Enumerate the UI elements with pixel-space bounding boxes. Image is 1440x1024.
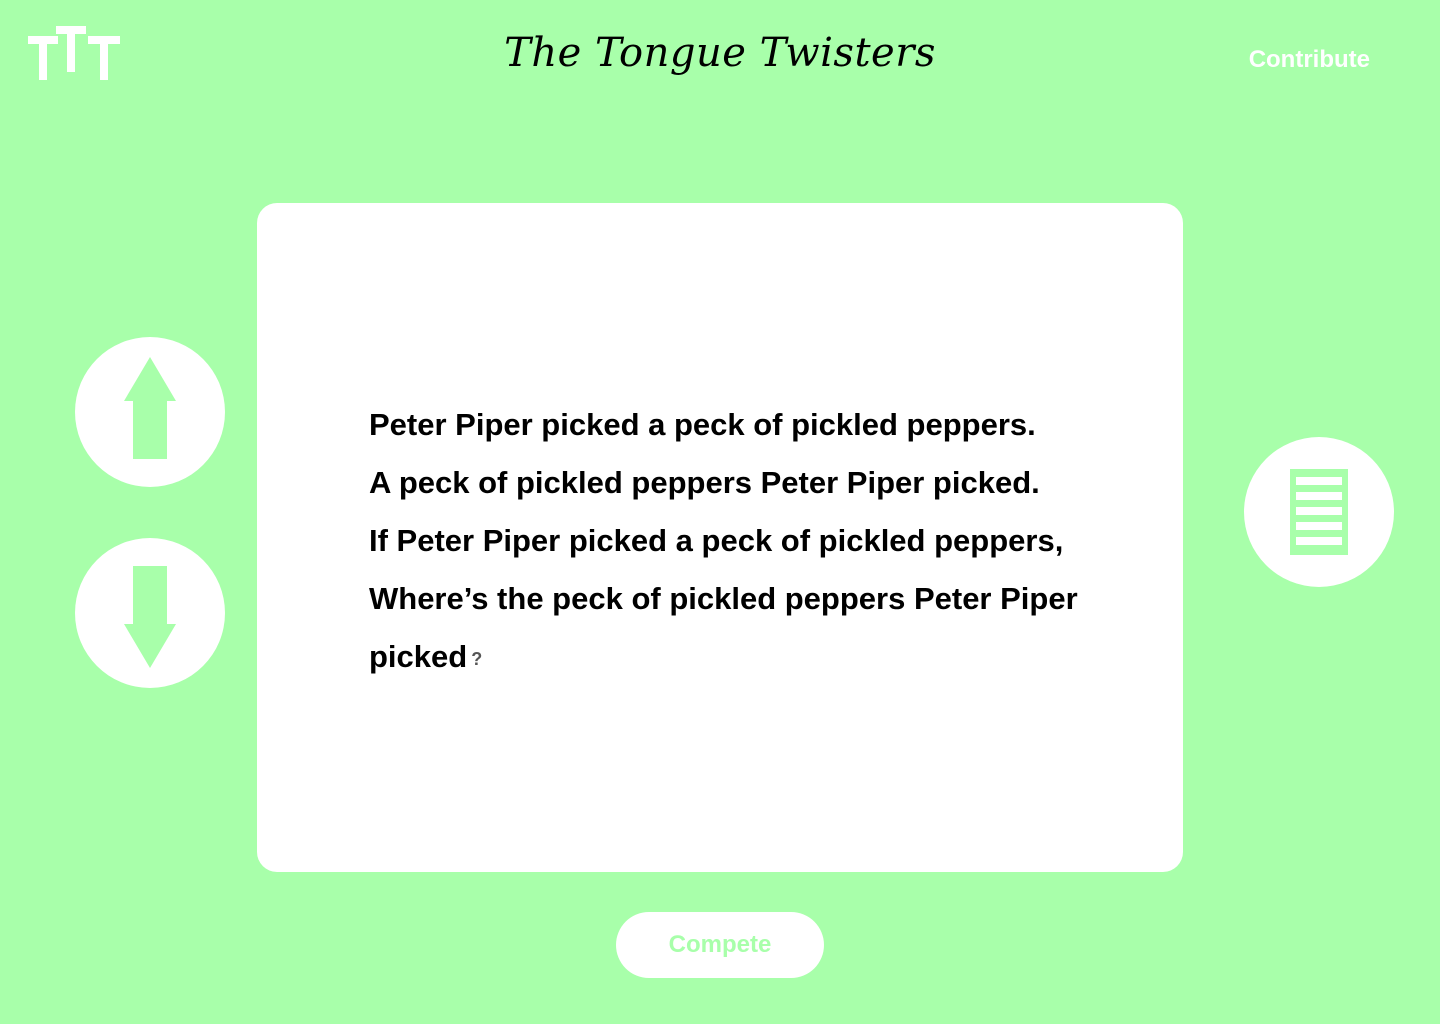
page-title: The Tongue Twisters: [504, 30, 936, 76]
arrow-up-icon: [124, 357, 176, 459]
contribute-link[interactable]: Contribute: [1249, 46, 1370, 74]
next-button[interactable]: [75, 538, 225, 688]
twister-card: Peter Piper picked a peck of pickled pep…: [257, 203, 1183, 872]
compete-button[interactable]: Compete: [616, 912, 824, 978]
question-mark: ?: [471, 648, 483, 669]
arrow-down-icon: [124, 566, 176, 668]
list-icon: [1290, 469, 1348, 555]
twister-line: Where’s the peck of pickled peppers Pete…: [369, 581, 1078, 616]
ttt-logo-icon[interactable]: [28, 22, 122, 84]
twister-line: A peck of pickled peppers Peter Piper pi…: [369, 465, 1040, 500]
previous-button[interactable]: [75, 337, 225, 487]
twister-line: Peter Piper picked a peck of pickled pep…: [369, 407, 1036, 442]
twister-line-text: picked: [369, 639, 468, 674]
twister-text: Peter Piper picked a peck of pickled pep…: [369, 396, 1149, 688]
list-button[interactable]: [1244, 437, 1394, 587]
twister-line-last: picked?: [369, 628, 1149, 688]
twister-line: If Peter Piper picked a peck of pickled …: [369, 523, 1064, 558]
